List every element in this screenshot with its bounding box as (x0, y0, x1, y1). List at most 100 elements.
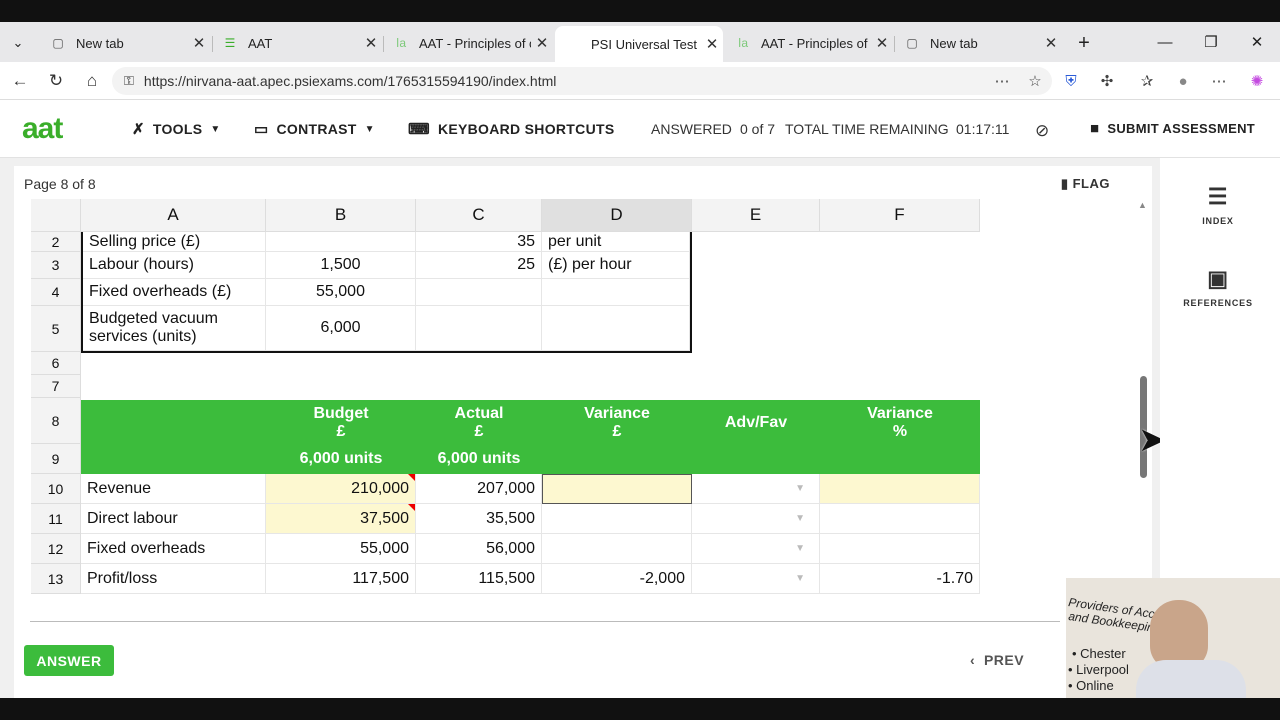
close-icon[interactable]: ✕ (701, 35, 723, 53)
cell-b12[interactable]: 55,000 (266, 534, 416, 564)
cell-d2[interactable]: per unit (542, 232, 690, 252)
tab-psi-active[interactable]: PSI Universal Test Dri ✕ (555, 26, 723, 62)
tab-new-tab-1[interactable]: ▢ New tab ✕ (40, 28, 210, 58)
restore-button[interactable]: ❐ (1188, 22, 1234, 62)
cell-d13[interactable]: -2,000 (542, 564, 692, 594)
extensions-icon[interactable]: ✣ (1095, 69, 1119, 93)
webcam-overlay: Providers of Accou and Bookkeeping c • C… (1066, 578, 1280, 698)
column-header-b[interactable]: B (266, 199, 416, 232)
cell-c10[interactable]: 207,000 (416, 474, 542, 504)
settings-more-icon[interactable]: ⋯ (1207, 69, 1231, 93)
cell-a3[interactable]: Labour (hours) (83, 252, 266, 279)
cell-c13[interactable]: 115,500 (416, 564, 542, 594)
favorite-star-icon[interactable]: ☆ (1023, 69, 1047, 93)
column-header-a[interactable]: A (81, 199, 266, 232)
home-button[interactable]: ⌂ (80, 69, 104, 93)
column-header-d[interactable]: D (542, 199, 692, 232)
references-button[interactable]: ▣ REFERENCES (1160, 266, 1276, 308)
close-icon[interactable]: ✕ (360, 34, 382, 52)
cell-b3[interactable]: 1,500 (266, 252, 416, 279)
cell-d5[interactable] (542, 306, 690, 351)
back-button[interactable]: ← (8, 69, 32, 93)
input-d11[interactable] (542, 504, 692, 534)
tab-new-tab-2[interactable]: ▢ New tab ✕ (894, 28, 1062, 58)
tab-list-button[interactable]: ⌄ (4, 28, 32, 58)
input-f10-variance-percent[interactable] (820, 474, 980, 504)
cell-d3[interactable]: (£) per hour (542, 252, 690, 279)
row-number: 6 (31, 352, 81, 375)
cell-b2[interactable] (266, 232, 416, 252)
cell-d4[interactable] (542, 279, 690, 306)
cell-a4[interactable]: Fixed overheads (£) (83, 279, 266, 306)
cell-f13[interactable]: -1.70 (820, 564, 980, 594)
keyboard-shortcuts-button[interactable]: ⌨ KEYBOARD SHORTCUTS (408, 120, 614, 138)
cell-c5[interactable] (416, 306, 542, 351)
close-icon[interactable]: ✕ (1040, 34, 1062, 52)
select-e11-adv-fav[interactable]: ▼ (692, 504, 820, 534)
header-actual: Actual £ (416, 402, 542, 444)
index-button[interactable]: ☰ INDEX (1160, 184, 1276, 226)
cell-b11[interactable]: 37,500 (266, 504, 416, 534)
input-f11[interactable] (820, 504, 980, 534)
cell-c3[interactable]: 25 (416, 252, 542, 279)
new-tab-button[interactable]: + (1070, 28, 1098, 58)
select-e13-adv-fav[interactable]: ▼ (692, 564, 820, 594)
minimize-button[interactable]: — (1142, 22, 1188, 62)
page-indicator: Page 8 of 8 (24, 176, 96, 192)
chevron-down-icon: ⌄ (12, 35, 24, 50)
input-f12[interactable] (820, 534, 980, 564)
tab-aat[interactable]: ☰ AAT ✕ (212, 28, 382, 58)
prev-button[interactable]: ‹ PREV (970, 652, 1024, 668)
cell-a2[interactable]: Selling price (£) (83, 232, 266, 252)
input-d12[interactable] (542, 534, 692, 564)
close-icon[interactable]: ✕ (871, 34, 893, 52)
tab-aat-principles-1[interactable]: ⅼa AAT - Principles of co ✕ (383, 28, 553, 58)
scroll-up-icon[interactable]: ▲ (1138, 200, 1147, 210)
url-field[interactable]: ⚿ https://nirvana-aat.apec.psiexams.com/… (112, 67, 1052, 95)
answer-button[interactable]: ANSWER (24, 645, 114, 676)
select-e12-adv-fav[interactable]: ▼ (692, 534, 820, 564)
close-window-button[interactable]: ✕ (1234, 22, 1280, 62)
column-header-f[interactable]: F (820, 199, 980, 232)
cell-a12[interactable]: Fixed overheads (81, 534, 266, 564)
cell-c2[interactable]: 35 (416, 232, 542, 252)
cell-a13[interactable]: Profit/loss (81, 564, 266, 594)
site-info-icon[interactable]: ⚿ (124, 73, 134, 89)
prev-label: PREV (983, 652, 1025, 668)
dropdown-arrow-icon: ▼ (795, 483, 805, 494)
refresh-button[interactable]: ↻ (44, 69, 68, 93)
tools-menu[interactable]: ✗ TOOLS ▼ (132, 120, 221, 138)
bitwarden-icon[interactable]: ⛨ (1059, 69, 1083, 93)
input-d10-revenue-variance[interactable] (542, 474, 692, 504)
profile-avatar-icon[interactable]: ● (1171, 69, 1195, 93)
close-icon[interactable]: ✕ (531, 34, 553, 52)
cell-a10[interactable]: Revenue (81, 474, 266, 504)
close-icon[interactable]: ✕ (188, 34, 210, 52)
cell-c4[interactable] (416, 279, 542, 306)
cell-a11[interactable]: Direct labour (81, 504, 266, 534)
contrast-menu[interactable]: ▭ CONTRAST ▼ (254, 120, 375, 138)
tab-label: AAT - Principles of co (761, 35, 871, 51)
cell-a5[interactable]: Budgeted vacuum services (units) (83, 306, 266, 351)
favorites-icon[interactable]: ✰ (1135, 69, 1159, 93)
cell-b5[interactable]: 6,000 (266, 306, 416, 351)
cell-b13[interactable]: 117,500 (266, 564, 416, 594)
cell-b4[interactable]: 55,000 (266, 279, 416, 306)
aat-icon: ☰ (224, 36, 236, 50)
column-header-c[interactable]: C (416, 199, 542, 232)
column-header-e[interactable]: E (692, 199, 820, 232)
more-options-icon[interactable]: ⋯ (990, 69, 1014, 93)
cell-b10[interactable]: 210,000 (266, 474, 416, 504)
submit-assessment-button[interactable]: ■ SUBMIT ASSESSMENT (1090, 120, 1255, 137)
hide-timer-icon[interactable]: ⊘ (1035, 121, 1049, 141)
cell-c11[interactable]: 35,500 (416, 504, 542, 534)
row-number: 2 (31, 232, 81, 252)
flag-button[interactable]: ▮ FLAG (1061, 176, 1110, 192)
page-icon: ▢ (52, 36, 64, 50)
copilot-icon[interactable]: ✺ (1245, 69, 1269, 93)
tab-aat-principles-2[interactable]: ⅼa AAT - Principles of co ✕ (725, 28, 893, 58)
select-e10-adv-fav[interactable]: ▼ (692, 474, 820, 504)
comment-marker (408, 474, 415, 481)
home-icon: ⌂ (86, 71, 98, 90)
cell-c12[interactable]: 56,000 (416, 534, 542, 564)
